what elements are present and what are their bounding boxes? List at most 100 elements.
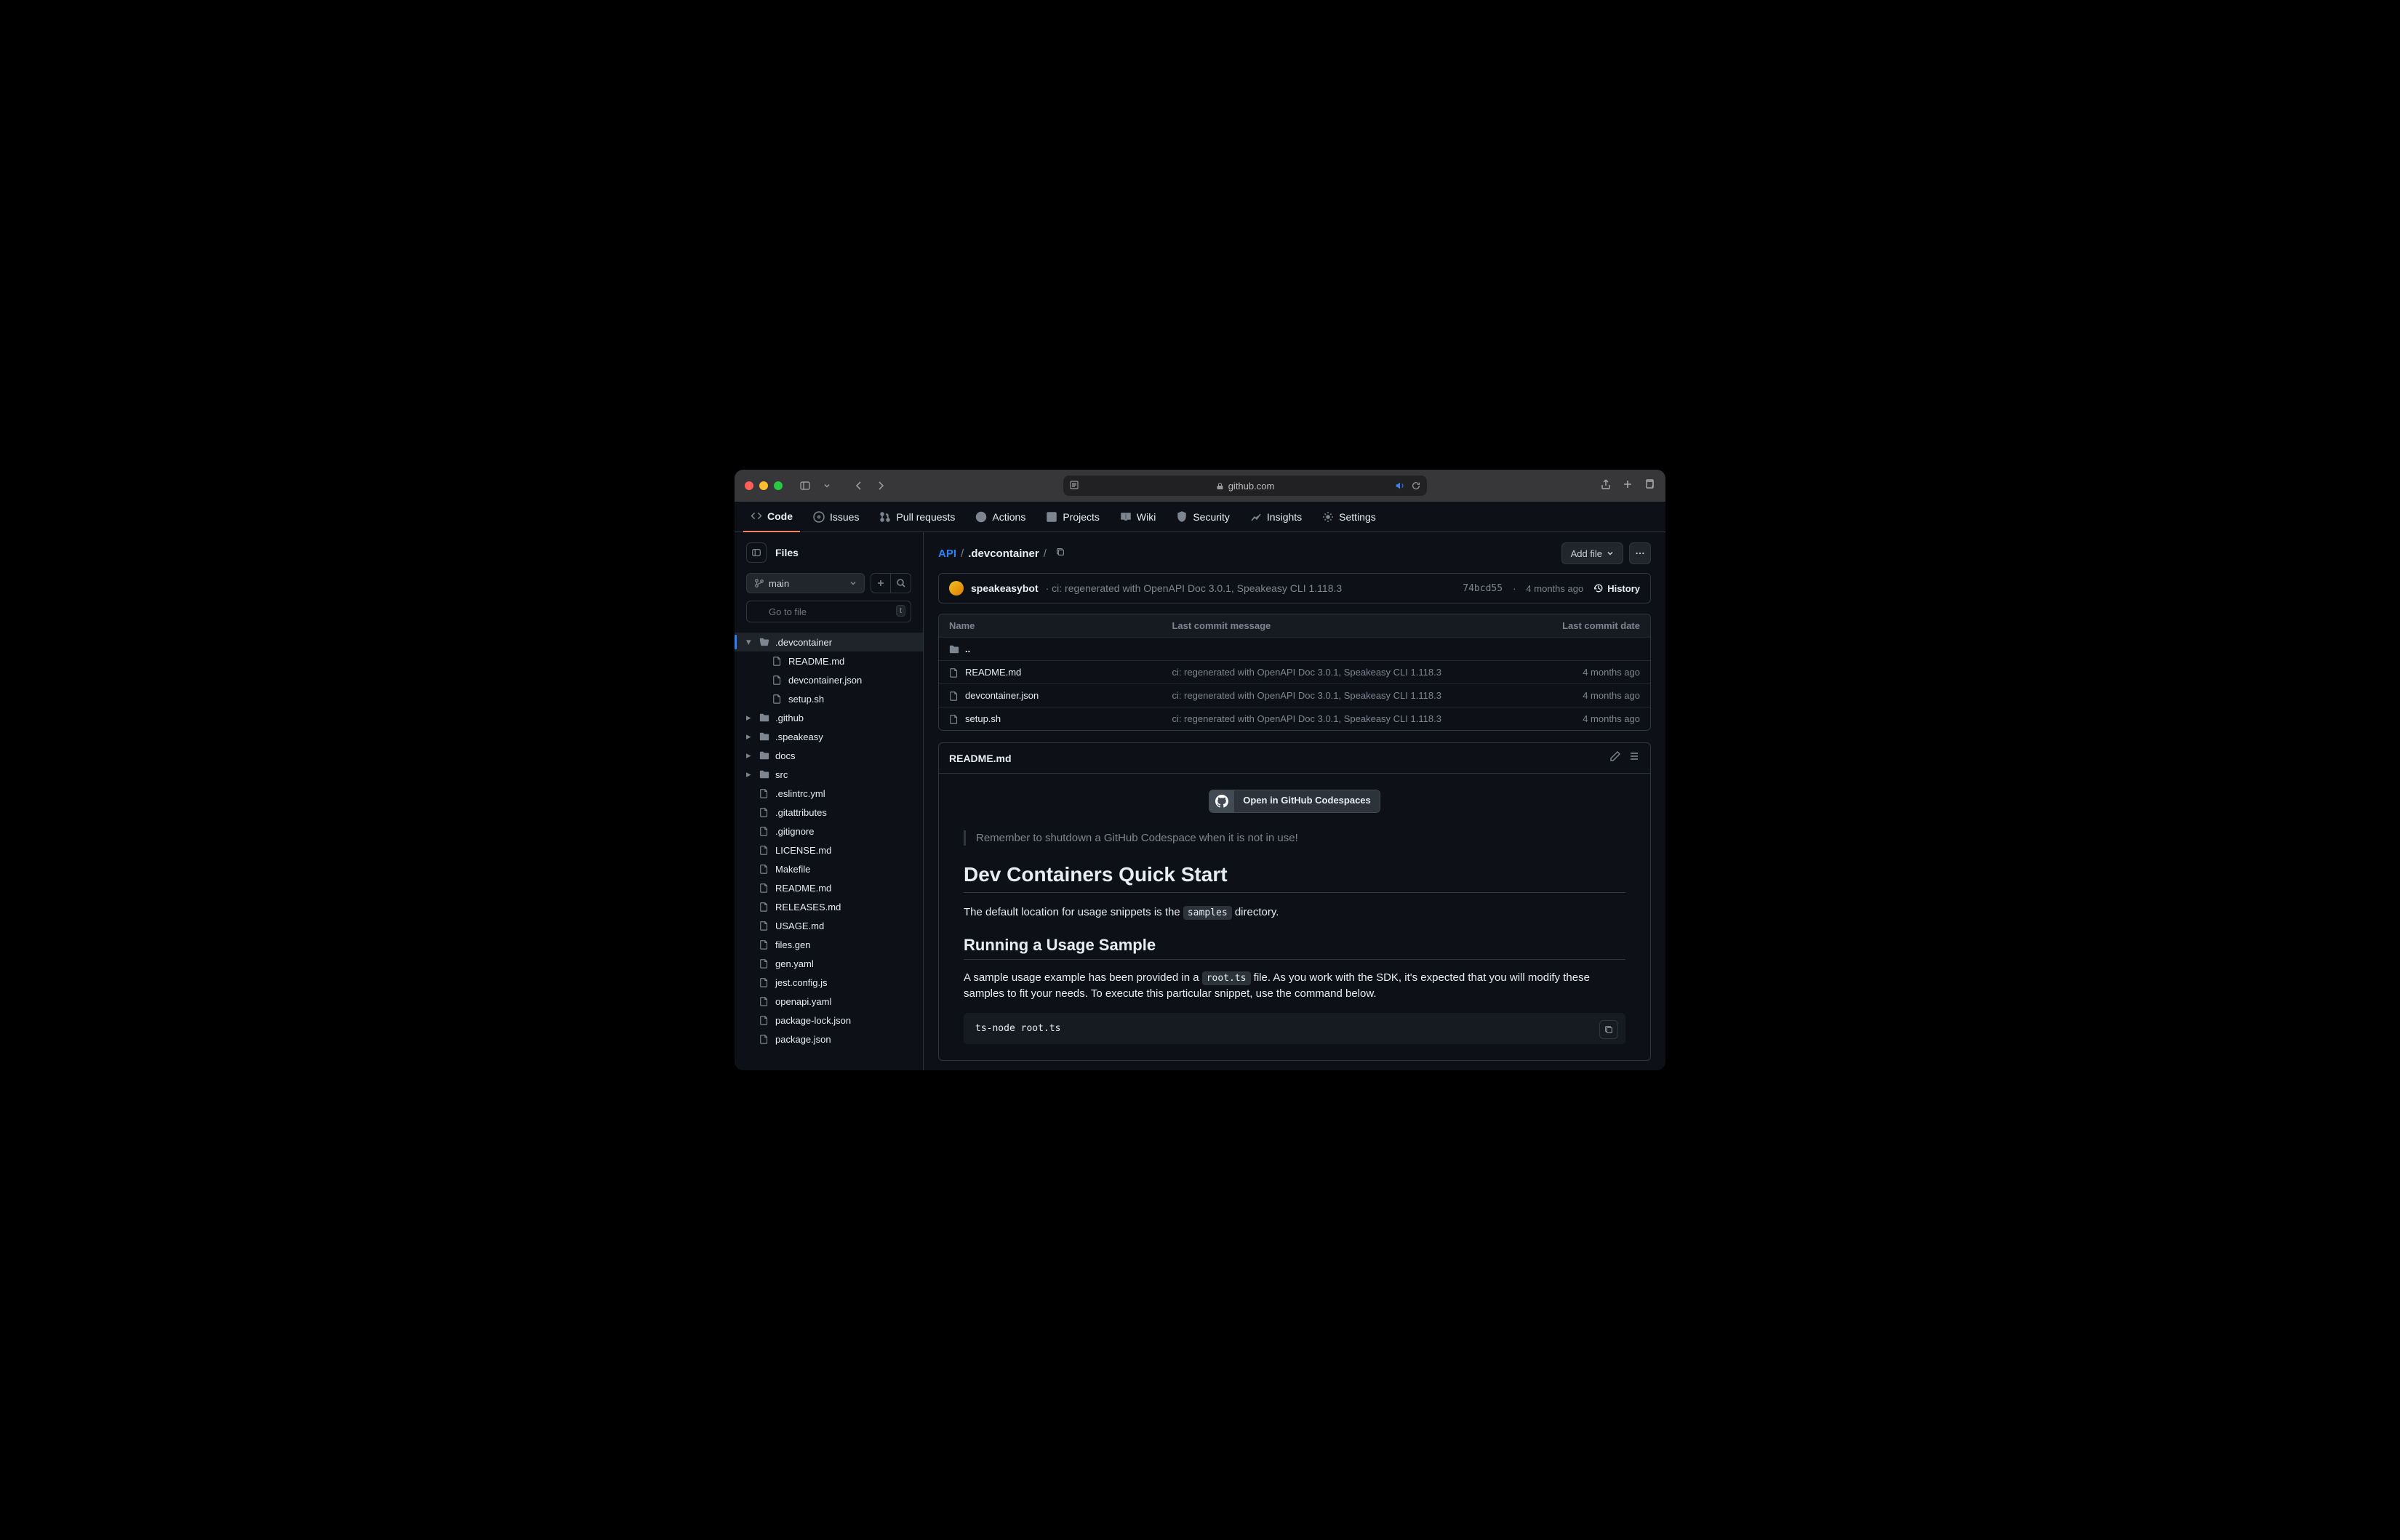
tree-file[interactable]: package.json <box>735 1030 923 1048</box>
tree-folder[interactable]: ▸src <box>735 765 923 784</box>
tree-file[interactable]: LICENSE.md <box>735 841 923 859</box>
tab-wiki[interactable]: Wiki <box>1113 502 1163 532</box>
tree-file[interactable]: .eslintrc.yml <box>735 784 923 803</box>
copy-code-button[interactable] <box>1599 1020 1618 1039</box>
tree-file[interactable]: files.gen <box>735 935 923 954</box>
file-icon <box>772 656 784 666</box>
tree-folder[interactable]: ▸docs <box>735 746 923 765</box>
file-icon <box>772 675 784 685</box>
file-icon <box>759 939 771 950</box>
file-icon <box>759 826 771 836</box>
copy-path-button[interactable] <box>1055 547 1065 560</box>
reload-icon[interactable] <box>1411 481 1421 491</box>
file-search-input[interactable] <box>746 601 911 622</box>
folder-open-icon <box>759 637 771 647</box>
traffic-lights <box>745 481 783 490</box>
commit-hash[interactable]: 74bcd55 <box>1463 583 1503 594</box>
readme-filename[interactable]: README.md <box>949 753 1012 764</box>
file-icon <box>759 1015 771 1025</box>
minimize-window-button[interactable] <box>759 481 768 490</box>
readme-h2: Running a Usage Sample <box>964 936 1625 960</box>
maximize-window-button[interactable] <box>774 481 783 490</box>
tab-insights[interactable]: Insights <box>1243 502 1309 532</box>
tree-file[interactable]: openapi.yaml <box>735 992 923 1011</box>
new-tab-icon[interactable] <box>1622 478 1633 494</box>
tree-folder-devcontainer[interactable]: ▾ .devcontainer <box>735 633 923 651</box>
branch-icon <box>754 578 764 588</box>
commit-date: 4 months ago <box>1526 583 1583 594</box>
back-button[interactable] <box>849 476 868 495</box>
branch-selector[interactable]: main <box>746 573 865 593</box>
github-icon <box>1209 790 1234 812</box>
forward-button[interactable] <box>871 476 890 495</box>
reader-icon[interactable] <box>1069 480 1079 492</box>
tree-folder[interactable]: ▸.github <box>735 708 923 727</box>
table-row[interactable]: README.md ci: regenerated with OpenAPI D… <box>939 660 1650 683</box>
col-date: Last commit date <box>1506 620 1640 631</box>
tree-file[interactable]: setup.sh <box>735 689 923 708</box>
tree-file[interactable]: .gitignore <box>735 822 923 841</box>
commit-author[interactable]: speakeasybot <box>971 582 1039 594</box>
tree-file[interactable]: README.md <box>735 878 923 897</box>
tab-projects[interactable]: Projects <box>1039 502 1107 532</box>
search-files-button[interactable] <box>891 573 911 593</box>
add-file-button[interactable] <box>871 573 891 593</box>
tab-actions[interactable]: Actions <box>968 502 1033 532</box>
table-row[interactable]: setup.sh ci: regenerated with OpenAPI Do… <box>939 707 1650 730</box>
tab-issues[interactable]: Issues <box>806 502 866 532</box>
tab-security[interactable]: Security <box>1169 502 1237 532</box>
file-icon <box>949 714 959 724</box>
file-icon <box>759 883 771 893</box>
tree-file[interactable]: Makefile <box>735 859 923 878</box>
file-icon <box>759 996 771 1006</box>
file-icon <box>759 864 771 874</box>
tree-file[interactable]: USAGE.md <box>735 916 923 935</box>
sidebar-toggle-icon[interactable] <box>796 476 815 495</box>
audio-icon[interactable] <box>1395 481 1405 491</box>
breadcrumb-root[interactable]: API <box>938 548 956 560</box>
sidebar-title: Files <box>775 547 799 558</box>
tab-pull-requests[interactable]: Pull requests <box>872 502 962 532</box>
folder-icon <box>759 731 771 742</box>
edit-file-button[interactable] <box>1609 750 1621 766</box>
file-icon <box>759 788 771 798</box>
close-window-button[interactable] <box>745 481 753 490</box>
readme-h1: Dev Containers Quick Start <box>964 863 1625 893</box>
avatar[interactable] <box>949 581 964 595</box>
history-link[interactable]: History <box>1593 583 1640 594</box>
tree-file[interactable]: README.md <box>735 651 923 670</box>
tree-file[interactable]: package-lock.json <box>735 1011 923 1030</box>
history-icon <box>1593 583 1604 593</box>
tree-file[interactable]: .gitattributes <box>735 803 923 822</box>
readme-panel: README.md Open in GitHub Codespaces Reme… <box>938 742 1651 1061</box>
folder-icon <box>759 713 771 723</box>
tree-file[interactable]: gen.yaml <box>735 954 923 973</box>
tab-settings[interactable]: Settings <box>1315 502 1383 532</box>
table-row[interactable]: devcontainer.json ci: regenerated with O… <box>939 683 1650 707</box>
collapse-sidebar-button[interactable] <box>746 542 767 563</box>
browser-window: github.com Code Issues Pull requests Act… <box>735 470 1665 1070</box>
chevron-down-icon[interactable] <box>817 476 836 495</box>
address-bar-input[interactable]: github.com <box>1063 476 1427 496</box>
search-shortcut-hint: t <box>896 605 905 617</box>
outline-button[interactable] <box>1628 750 1640 766</box>
tree-file[interactable]: jest.config.js <box>735 973 923 992</box>
more-options-button[interactable] <box>1629 542 1651 564</box>
add-file-dropdown[interactable]: Add file <box>1561 542 1623 564</box>
address-bar: github.com <box>896 476 1594 496</box>
share-icon[interactable] <box>1600 478 1612 494</box>
open-codespaces-button[interactable]: Open in GitHub Codespaces <box>1209 790 1380 813</box>
tree-file[interactable]: devcontainer.json <box>735 670 923 689</box>
readme-quote: Remember to shutdown a GitHub Codespace … <box>964 830 1625 846</box>
code-block: ts-node root.ts <box>964 1013 1625 1044</box>
tabs-icon[interactable] <box>1644 478 1655 494</box>
file-icon <box>759 845 771 855</box>
file-icon <box>772 694 784 704</box>
tab-code[interactable]: Code <box>743 502 800 532</box>
file-icon <box>949 691 959 701</box>
tree-folder[interactable]: ▸.speakeasy <box>735 727 923 746</box>
chevron-right-icon: ▸ <box>746 769 755 780</box>
parent-dir-row[interactable]: .. <box>939 637 1650 660</box>
breadcrumb: API / .devcontainer / <box>938 547 1065 560</box>
tree-file[interactable]: RELEASES.md <box>735 897 923 916</box>
